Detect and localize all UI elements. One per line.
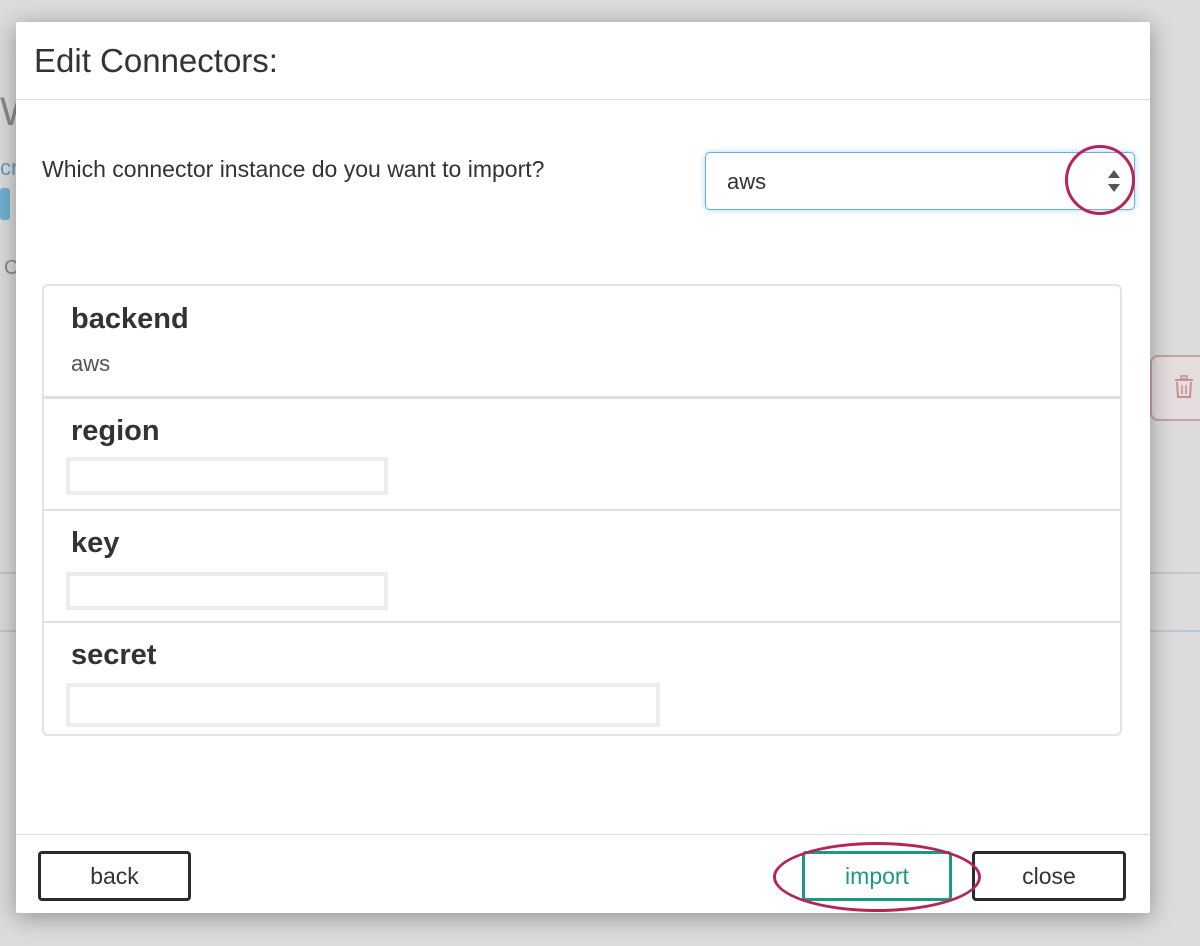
edit-connectors-modal: Edit Connectors: Which connector instanc… bbox=[16, 22, 1150, 913]
connector-fields-list: backend aws region key secret bbox=[42, 284, 1122, 736]
connector-instance-select-value: aws bbox=[727, 169, 767, 194]
modal-header: Edit Connectors: bbox=[16, 22, 1150, 100]
import-button[interactable]: import bbox=[802, 851, 952, 901]
field-label: key bbox=[71, 527, 120, 559]
field-row-backend: backend aws bbox=[44, 286, 1120, 396]
select-arrows-icon[interactable] bbox=[1106, 167, 1122, 195]
field-label: secret bbox=[71, 639, 157, 671]
background-divider bbox=[1150, 630, 1200, 632]
background-delete-button bbox=[1150, 355, 1200, 421]
background-badge bbox=[0, 188, 10, 220]
connector-instance-select[interactable]: aws bbox=[705, 152, 1135, 210]
field-label: region bbox=[71, 415, 160, 447]
field-row-secret: secret bbox=[44, 623, 1120, 733]
field-row-region: region bbox=[44, 399, 1120, 509]
secret-input[interactable] bbox=[66, 683, 660, 727]
field-label: backend bbox=[71, 303, 189, 335]
field-row-key: key bbox=[44, 511, 1120, 621]
close-button[interactable]: close bbox=[972, 851, 1126, 901]
modal-footer: back import close bbox=[16, 834, 1150, 914]
modal-title: Edit Connectors: bbox=[34, 42, 278, 79]
field-value: aws bbox=[71, 351, 111, 376]
back-button[interactable]: back bbox=[38, 851, 191, 901]
key-input[interactable] bbox=[66, 572, 388, 610]
background-divider bbox=[1150, 572, 1200, 574]
region-input[interactable] bbox=[66, 457, 388, 495]
connector-question-label: Which connector instance do you want to … bbox=[42, 156, 545, 182]
background-divider bbox=[0, 630, 16, 632]
background-divider bbox=[0, 572, 16, 574]
